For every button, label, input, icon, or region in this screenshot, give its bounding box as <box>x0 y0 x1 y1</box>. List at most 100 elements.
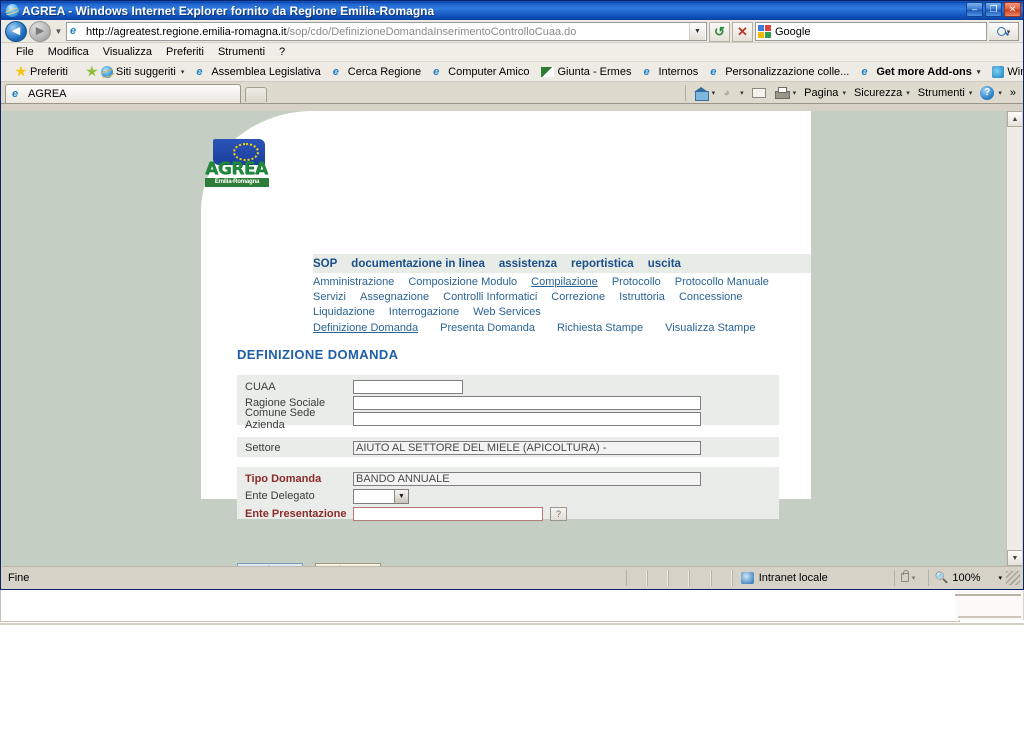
nav-protocollo[interactable]: Protocollo <box>612 276 661 288</box>
help-menu-button[interactable]: ? ▾ <box>977 86 1005 100</box>
nav-documentazione[interactable]: documentazione in linea <box>351 258 493 270</box>
overflow-button[interactable]: » <box>1007 87 1019 99</box>
scroll-down-button[interactable]: ▼ <box>1007 550 1022 566</box>
page-menu-button[interactable]: Pagina ▾ <box>801 87 849 99</box>
favorite-label: WindowsMedia <box>1007 65 1023 78</box>
background-window-body <box>0 590 960 622</box>
favorites-bar: Preferiti Siti suggeriti ▾ e Assemblea L… <box>1 62 1023 82</box>
security-zone-label: Intranet locale <box>758 571 828 584</box>
feeds-button[interactable]: ◕ ▾ <box>720 87 747 99</box>
nav-assistenza[interactable]: assistenza <box>499 258 565 270</box>
nav-interrogazione[interactable]: Interrogazione <box>389 306 459 318</box>
menu-item-modifica[interactable]: Modifica <box>41 45 96 59</box>
back-button[interactable]: ◀ <box>5 21 27 42</box>
maximize-button[interactable]: ❐ <box>985 2 1002 17</box>
background-window-edge <box>0 623 1024 625</box>
nav-uscita[interactable]: uscita <box>648 258 689 270</box>
refresh-button[interactable]: ↺ <box>709 21 730 42</box>
scroll-up-button[interactable]: ▲ <box>1007 111 1022 127</box>
input-comune-sede-azienda[interactable] <box>353 412 701 426</box>
favorite-computer-amico[interactable]: e Computer Amico <box>427 66 535 78</box>
print-button[interactable]: ▾ <box>771 87 800 99</box>
nav-amministrazione[interactable]: Amministrazione <box>313 276 394 288</box>
tertiary-nav: Definizione Domanda Presenta Domanda Ric… <box>313 320 811 335</box>
stop-button[interactable]: ✕ <box>732 21 753 42</box>
favorites-button[interactable]: Preferiti <box>9 65 74 78</box>
favorite-label: Assemblea Legislativa <box>211 65 321 78</box>
input-settore[interactable]: AIUTO AL SETTORE DEL MIELE (APICOLTURA) … <box>353 441 701 455</box>
favorite-get-more-addons[interactable]: e Get more Add-ons ▾ <box>855 66 986 78</box>
menu-item-visualizza[interactable]: Visualizza <box>96 45 159 59</box>
ie-page-icon: e <box>710 65 717 78</box>
favorite-personalizzazione[interactable]: e Personalizzazione colle... <box>704 66 855 78</box>
nav-reportistica[interactable]: reportistica <box>571 258 642 270</box>
secondary-nav-row: Servizi Assegnazione Controlli Informati… <box>313 289 811 304</box>
input-tipo-domanda[interactable]: BANDO ANNUALE <box>353 472 701 486</box>
nav-istruttoria[interactable]: Istruttoria <box>619 291 665 303</box>
menu-item-file[interactable]: File <box>9 45 41 59</box>
label-tipo-domanda: Tipo Domanda <box>245 473 322 485</box>
nav-presenta-domanda[interactable]: Presenta Domanda <box>440 322 535 334</box>
search-button[interactable]: ▾ <box>989 22 1019 41</box>
address-dropdown-button[interactable]: ▼ <box>689 23 705 40</box>
input-ragione-sociale[interactable] <box>353 396 701 410</box>
home-button[interactable]: ▾ <box>691 86 719 101</box>
mail-button[interactable] <box>749 88 769 98</box>
minimize-button[interactable]: – <box>966 2 983 17</box>
back-arrow-icon: ◀ <box>11 25 21 37</box>
favorite-giunta-ermes[interactable]: Giunta - Ermes <box>535 66 637 78</box>
suggested-sites-label: Siti suggeriti <box>115 65 176 78</box>
nav-correzione[interactable]: Correzione <box>551 291 605 303</box>
favorite-assemblea[interactable]: e Assemblea Legislativa <box>190 66 326 78</box>
address-input[interactable]: e http://agreatest.regione.emilia-romagn… <box>66 22 707 41</box>
nav-definizione-domanda[interactable]: Definizione Domanda <box>313 322 418 334</box>
nav-web-services[interactable]: Web Services <box>473 306 541 318</box>
favorite-label: Giunta - Ermes <box>557 65 632 78</box>
input-cuaa[interactable] <box>353 380 463 394</box>
form-row-tipo-domanda: Tipo Domanda BANDO ANNUALE <box>237 471 779 487</box>
forward-button[interactable]: ▶ <box>29 21 51 42</box>
form-row-cuaa: CUAA <box>237 379 779 395</box>
menu-item-help[interactable]: ? <box>272 45 292 59</box>
history-dropdown-button[interactable]: ▼ <box>53 21 64 42</box>
nav-sop[interactable]: SOP <box>313 258 345 270</box>
nav-concessione[interactable]: Concessione <box>679 291 743 303</box>
input-ente-presentazione[interactable] <box>353 506 543 521</box>
zoom-control[interactable]: 🔍 100% ▾ <box>927 569 1022 586</box>
favorite-label: Personalizzazione colle... <box>725 65 850 78</box>
favorite-windowsmedia[interactable]: WindowsMedia <box>986 65 1023 78</box>
nav-compilazione[interactable]: Compilazione <box>531 276 598 288</box>
new-tab-button[interactable] <box>245 87 267 102</box>
ie-page-icon: e <box>12 88 19 100</box>
page-scrollbar-vertical[interactable]: ▲ ▼ <box>1006 111 1022 566</box>
tools-menu-button[interactable]: Strumenti ▾ <box>915 87 976 99</box>
nav-liquidazione[interactable]: Liquidazione <box>313 306 375 318</box>
suggested-sites-button[interactable]: Siti suggeriti ▾ <box>80 65 190 78</box>
nav-visualizza-stampe[interactable]: Visualizza Stampe <box>665 322 755 334</box>
favorite-internos[interactable]: e Internos <box>637 66 704 78</box>
help-lookup-button[interactable]: ? <box>550 506 567 521</box>
close-button[interactable]: ✕ <box>1004 2 1021 17</box>
security-zone-indicator[interactable]: Intranet locale <box>731 569 894 586</box>
nav-composizione-modulo[interactable]: Composizione Modulo <box>408 276 517 288</box>
favorite-cerca-regione[interactable]: e Cerca Regione <box>327 66 427 78</box>
page-title: DEFINIZIONE DOMANDA <box>237 347 399 362</box>
search-input[interactable]: Google <box>755 22 987 41</box>
tab-agrea[interactable]: e AGREA <box>5 84 241 103</box>
security-menu-button[interactable]: Sicurezza ▾ <box>851 87 913 99</box>
search-input-text: Google <box>775 25 811 38</box>
nav-protocollo-manuale[interactable]: Protocollo Manuale <box>675 276 769 288</box>
nav-assegnazione[interactable]: Assegnazione <box>360 291 429 303</box>
select-ente-delegato[interactable]: ▼ <box>353 488 409 504</box>
protected-mode-indicator[interactable]: ▾ <box>893 569 928 586</box>
resize-grip[interactable] <box>1006 570 1021 585</box>
nav-servizi[interactable]: Servizi <box>313 291 346 303</box>
windows-media-icon <box>992 65 1005 78</box>
menu-item-strumenti[interactable]: Strumenti <box>211 45 272 59</box>
menu-item-preferiti[interactable]: Preferiti <box>159 45 211 59</box>
nav-richiesta-stampe[interactable]: Richiesta Stampe <box>557 322 643 334</box>
favorites-label: Preferiti <box>30 65 68 78</box>
nav-controlli-informatici[interactable]: Controlli Informatici <box>443 291 537 303</box>
window-title: AGREA - Windows Internet Explorer fornit… <box>22 3 435 18</box>
chevron-double-right-icon: » <box>1009 87 1016 99</box>
